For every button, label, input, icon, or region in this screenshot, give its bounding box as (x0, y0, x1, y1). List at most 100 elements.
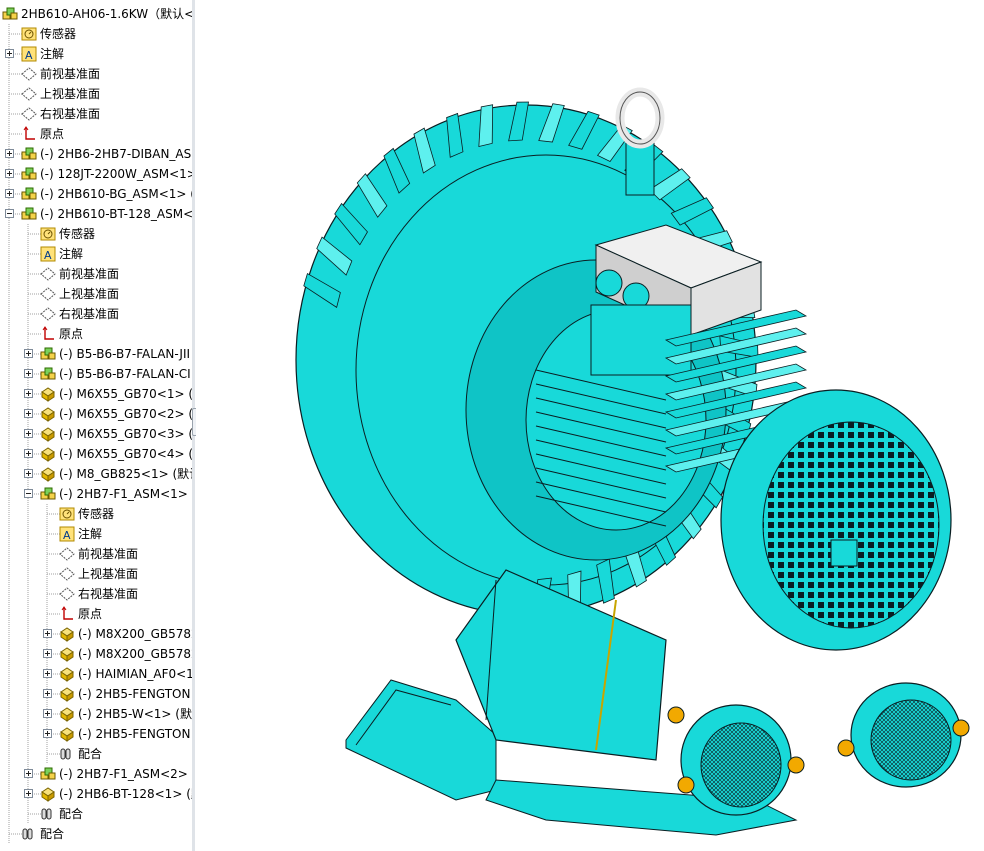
expand-plus-icon[interactable] (5, 189, 14, 198)
expand-plus-icon[interactable] (5, 149, 14, 158)
plane-icon (59, 546, 75, 562)
collapse-minus-icon[interactable] (24, 489, 33, 498)
expand-plus-icon[interactable] (24, 349, 33, 358)
tree-item[interactable]: (-) B5-B6-B7-FALAN-JII (0, 344, 192, 364)
part-icon (59, 646, 75, 662)
tree-item-label: (-) M6X55_GB70<4> (默 (59, 447, 193, 461)
expand-plus-icon[interactable] (24, 769, 33, 778)
tree-item-label: 前视基准面 (78, 547, 139, 561)
tree-item-label: (-) 2HB610-BG_ASM<1> ( (40, 187, 193, 201)
hex-nut (837, 739, 855, 757)
tree-item[interactable]: (-) M6X55_GB70<3> (默 (0, 424, 192, 444)
tree-item[interactable]: 传感器 (0, 24, 192, 44)
tree-item[interactable]: 传感器 (0, 224, 192, 244)
tree-item-label: 配合 (40, 827, 65, 841)
tree-item[interactable]: (-) HAIMIAN_AF0<1 (0, 664, 192, 684)
tree-item[interactable]: 右视基准面 (0, 104, 192, 124)
tree-item[interactable]: (-) M8_GB825<1> (默认 (0, 464, 192, 484)
part-icon (40, 386, 56, 402)
tree-item[interactable]: (-) 2HB7-F1_ASM<1> ( (0, 484, 192, 504)
tree-item[interactable]: (-) 128JT-2200W_ASM<1> (0, 164, 192, 184)
tree-item-label: (-) 2HB5-FENGTON (78, 687, 191, 701)
tree-item-label: 2HB610-AH06-1.6KW（默认< (21, 7, 193, 21)
tree-item[interactable]: (-) M6X55_GB70<2> (默 (0, 404, 192, 424)
expand-plus-icon[interactable] (5, 49, 14, 58)
tree-item-label: 上视基准面 (59, 287, 120, 301)
tree-item-label: 上视基准面 (40, 87, 101, 101)
tree-item-label: 配合 (59, 807, 84, 821)
sensor-icon (59, 506, 75, 522)
part-icon (40, 426, 56, 442)
tree-item[interactable]: A 注解 (0, 244, 192, 264)
tree-item[interactable]: 配合 (0, 824, 192, 844)
tree-item[interactable]: (-) M6X55_GB70<4> (默 (0, 444, 192, 464)
expand-plus-icon[interactable] (24, 789, 33, 798)
tree-item[interactable]: (-) 2HB6-2HB7-DIBAN_ASI (0, 144, 192, 164)
expand-plus-icon[interactable] (43, 649, 52, 658)
tree-item[interactable]: 原点 (0, 324, 192, 344)
tree-item[interactable]: 上视基准面 (0, 284, 192, 304)
tree-item-label: (-) 2HB5-FENGTON (78, 727, 191, 741)
tree-item[interactable]: (-) M8X200_GB5782 (0, 624, 192, 644)
tree-item[interactable]: A 注解 (0, 44, 192, 64)
expand-plus-icon[interactable] (43, 729, 52, 738)
tree-item-label: (-) B5-B6-B7-FALAN-CI (59, 367, 191, 381)
ring-blower-3d-model[interactable] (196, 0, 984, 851)
plane-icon (40, 286, 56, 302)
tree-item[interactable]: (-) 2HB5-W<1> (默 (0, 704, 192, 724)
lifting-eye-bolt (615, 87, 665, 196)
expand-plus-icon[interactable] (5, 169, 14, 178)
tree-item[interactable]: (-) 2HB610-BG_ASM<1> ( (0, 184, 192, 204)
tree-item[interactable]: 原点 (0, 604, 192, 624)
inlet-port (680, 704, 792, 816)
tree-item[interactable]: 右视基准面 (0, 304, 192, 324)
tree-item[interactable]: 上视基准面 (0, 564, 192, 584)
expand-plus-icon[interactable] (24, 429, 33, 438)
svg-text:A: A (63, 529, 71, 542)
assembly-icon (21, 186, 37, 202)
feature-manager-tree[interactable]: 2HB610-AH06-1.6KW（默认< 传感器 A 注解 前视基准面 上视基准面 右视基… (0, 0, 193, 851)
part-icon (59, 666, 75, 682)
tree-item[interactable]: (-) 2HB7-F1_ASM<2> ( (0, 764, 192, 784)
expand-plus-icon[interactable] (24, 409, 33, 418)
tree-item[interactable]: 传感器 (0, 504, 192, 524)
tree-item[interactable]: (-) M6X55_GB70<1> (默 (0, 384, 192, 404)
tree-item[interactable]: 前视基准面 (0, 264, 192, 284)
expand-plus-icon[interactable] (24, 469, 33, 478)
expand-plus-icon[interactable] (43, 669, 52, 678)
collapse-minus-icon[interactable] (5, 209, 14, 218)
tree-item-label: (-) M6X55_GB70<3> (默 (59, 427, 193, 441)
tree-item[interactable]: A 注解 (0, 524, 192, 544)
assembly-icon (40, 486, 56, 502)
expand-plus-icon[interactable] (43, 629, 52, 638)
tree-item-label: (-) 2HB7-F1_ASM<1> ( (59, 487, 193, 501)
annotation-icon: A (21, 46, 37, 62)
tree-item[interactable]: (-) 2HB5-FENGTON (0, 724, 192, 744)
hex-nut (952, 719, 970, 737)
expand-plus-icon[interactable] (24, 389, 33, 398)
tree-item[interactable]: (-) B5-B6-B7-FALAN-CI (0, 364, 192, 384)
tree-item[interactable]: 2HB610-AH06-1.6KW（默认< (0, 4, 192, 24)
expand-plus-icon[interactable] (43, 689, 52, 698)
tree-item-label: 右视基准面 (78, 587, 139, 601)
graphics-area[interactable] (196, 0, 984, 851)
tree-item[interactable]: (-) M8X200_GB5782 (0, 644, 192, 664)
part-icon (59, 626, 75, 642)
expand-plus-icon[interactable] (43, 709, 52, 718)
plane-icon (21, 86, 37, 102)
tree-item[interactable]: (-) 2HB610-BT-128_ASM< (0, 204, 192, 224)
svg-text:A: A (44, 249, 52, 262)
tree-item[interactable]: 上视基准面 (0, 84, 192, 104)
tree-item[interactable]: 配合 (0, 804, 192, 824)
tree-item[interactable]: 原点 (0, 124, 192, 144)
tree-item[interactable]: 配合 (0, 744, 192, 764)
tree-item-label: (-) M6X55_GB70<2> (默 (59, 407, 193, 421)
expand-plus-icon[interactable] (24, 369, 33, 378)
tree-item[interactable]: (-) 2HB5-FENGTON (0, 684, 192, 704)
tree-item[interactable]: (-) 2HB6-BT-128<1> (默 (0, 784, 192, 804)
expand-plus-icon[interactable] (24, 449, 33, 458)
tree-item[interactable]: 右视基准面 (0, 584, 192, 604)
tree-item[interactable]: 前视基准面 (0, 544, 192, 564)
tree-item[interactable]: 前视基准面 (0, 64, 192, 84)
origin-icon (21, 126, 37, 142)
